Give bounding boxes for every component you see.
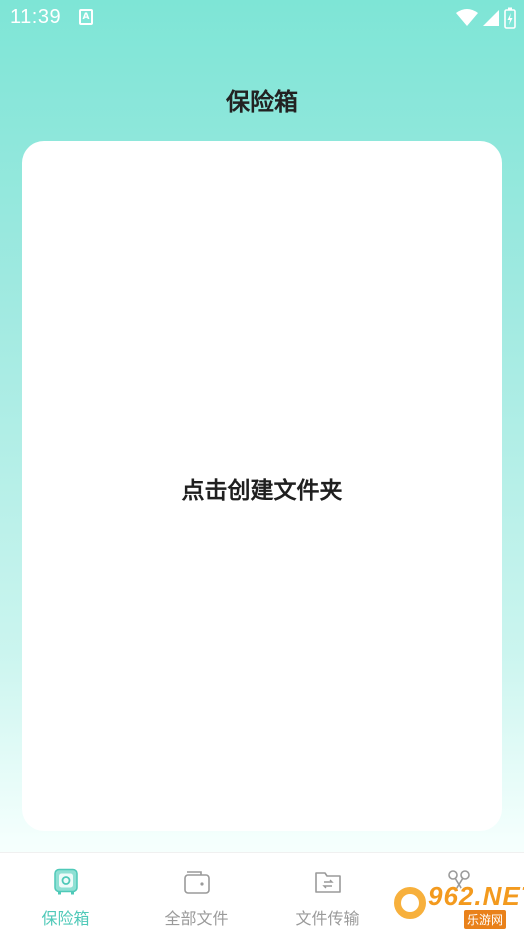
create-folder-card[interactable]: 点击创建文件夹: [22, 141, 502, 831]
watermark-brand: 962.NET: [428, 881, 524, 911]
page-title: 保险箱: [226, 88, 298, 116]
watermark-sub: 乐游网: [464, 910, 507, 929]
transfer-folder-icon: [313, 867, 343, 897]
nav-item-all-files[interactable]: 全部文件: [131, 853, 262, 934]
status-icons: [456, 6, 516, 30]
signal-icon: [483, 10, 499, 26]
status-time: 11:39: [10, 6, 62, 28]
nav-item-file-transfer[interactable]: 文件传输: [262, 853, 393, 934]
battery-charging-icon: [504, 7, 516, 29]
create-folder-label: 点击创建文件夹: [181, 478, 343, 504]
nav-label-file-transfer: 文件传输: [295, 909, 360, 928]
watermark-logo: 962.NET 乐游网: [390, 879, 524, 929]
watermark-mark: [392, 885, 428, 921]
nav-label-all-files: 全部文件: [164, 909, 229, 928]
status-bar: 11:39 A: [0, 0, 524, 36]
safe-icon: [51, 867, 81, 897]
nav-item-safe[interactable]: 保险箱: [0, 853, 131, 934]
nav-label-safe: 保险箱: [41, 909, 90, 928]
notification-icon: A: [79, 9, 93, 25]
wifi-icon: [456, 9, 478, 26]
wallet-folder-icon: [182, 867, 212, 897]
